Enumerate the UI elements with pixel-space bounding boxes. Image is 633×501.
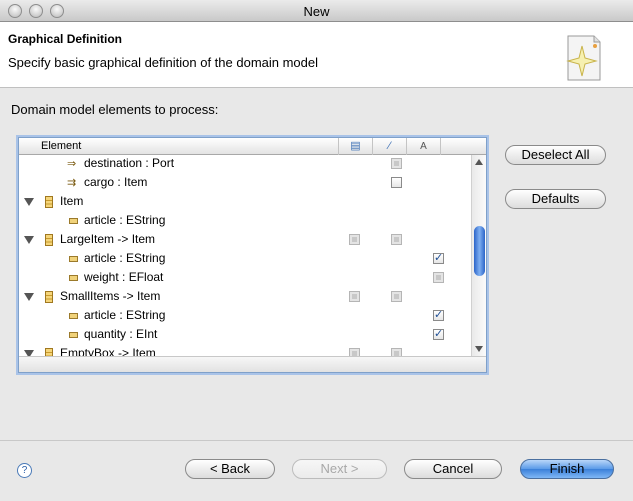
tree-row-label: weight : EFloat xyxy=(84,270,164,284)
attribute-icon xyxy=(69,256,78,262)
title-bar: New xyxy=(0,0,633,22)
scroll-thumb[interactable] xyxy=(474,226,485,276)
column-header-element[interactable]: Element xyxy=(19,138,339,155)
column-header-node[interactable]: ▤ xyxy=(339,138,373,155)
attribute-icon xyxy=(69,332,78,338)
page-description: Specify basic graphical definition of th… xyxy=(8,55,319,70)
label-checkbox xyxy=(433,272,444,283)
link-checkbox xyxy=(391,234,402,245)
node-checkbox xyxy=(349,348,360,356)
link-checkbox[interactable] xyxy=(391,177,402,188)
next-button[interactable]: Next > xyxy=(292,459,387,479)
tree-row-label: article : EString xyxy=(84,213,166,227)
tree-row[interactable]: article : EString xyxy=(19,212,471,231)
attribute-icon xyxy=(69,275,78,281)
tree-row-label: cargo : Item xyxy=(84,175,148,189)
node-checkbox xyxy=(349,234,360,245)
label-checkbox[interactable] xyxy=(433,327,444,340)
tree-row-label: quantity : EInt xyxy=(84,327,158,341)
tree-row-label: destination : Port xyxy=(84,156,175,170)
scroll-up-arrow-icon[interactable] xyxy=(475,159,483,165)
tree-row[interactable]: SmallItems -> Item xyxy=(19,288,471,307)
domain-elements-tree[interactable]: Element ▤ ⁄ A ⇒ destination : Port ⇉ cargo … xyxy=(18,137,487,373)
containment-reference-icon: ⇉ xyxy=(67,177,77,189)
wizard-sparkle-icon xyxy=(566,35,601,81)
node-checkbox xyxy=(349,291,360,302)
reference-icon: ⇒ xyxy=(67,158,77,170)
class-icon xyxy=(45,291,53,303)
link-checkbox xyxy=(391,291,402,302)
page-title: Graphical Definition xyxy=(8,32,123,46)
window-title: New xyxy=(303,4,330,19)
tree-row-label: article : EString xyxy=(84,251,166,265)
tree-row[interactable]: weight : EFloat xyxy=(19,269,471,288)
tree-row[interactable]: ⇉ cargo : Item xyxy=(19,174,471,193)
column-header-label[interactable]: A xyxy=(407,138,441,155)
attribute-icon xyxy=(69,218,78,224)
class-icon xyxy=(45,234,53,246)
tree-rows: ⇒ destination : Port ⇉ cargo : Item Item arti… xyxy=(19,155,471,356)
link-icon: ⁄ xyxy=(388,140,391,152)
column-header-link[interactable]: ⁄ xyxy=(373,138,407,155)
tree-row[interactable]: Item xyxy=(19,193,471,212)
link-checkbox xyxy=(391,158,402,169)
link-checkbox xyxy=(391,348,402,356)
expand-triangle-icon[interactable] xyxy=(24,236,34,244)
footer-separator xyxy=(0,440,633,441)
tree-row-label: SmallItems -> Item xyxy=(60,289,161,303)
label-icon: A xyxy=(420,141,427,152)
wizard-banner: Graphical Definition Specify basic graph… xyxy=(0,22,633,88)
help-icon[interactable]: ? xyxy=(17,463,32,478)
label-checkbox[interactable] xyxy=(433,308,444,321)
tree-row-label: article : EString xyxy=(84,308,166,322)
tree-row[interactable]: quantity : EInt xyxy=(19,326,471,345)
finish-button[interactable]: Finish xyxy=(520,459,614,479)
deselect-all-button[interactable]: Deselect All xyxy=(505,145,606,165)
tree-row-label: EmptyBox -> Item xyxy=(60,346,156,356)
tree-row[interactable]: EmptyBox -> Item xyxy=(19,345,471,356)
tree-row-label: LargeItem -> Item xyxy=(60,232,156,246)
tree-row[interactable]: LargeItem -> Item xyxy=(19,231,471,250)
label-checkbox[interactable] xyxy=(433,251,444,264)
tree-row[interactable]: article : EString xyxy=(19,307,471,326)
back-button[interactable]: < Back xyxy=(185,459,275,479)
defaults-button[interactable]: Defaults xyxy=(505,189,606,209)
cancel-button[interactable]: Cancel xyxy=(404,459,502,479)
scroll-down-arrow-icon[interactable] xyxy=(475,346,483,352)
tree-header: Element ▤ ⁄ A xyxy=(19,138,486,155)
class-icon xyxy=(45,196,53,208)
tree-row-label: Item xyxy=(60,194,84,208)
tree-row[interactable]: article : EString xyxy=(19,250,471,269)
expand-triangle-icon[interactable] xyxy=(24,198,34,206)
class-icon xyxy=(45,348,53,356)
node-icon: ▤ xyxy=(350,140,361,152)
horizontal-scrollbar[interactable] xyxy=(19,356,486,372)
domain-elements-label: Domain model elements to process: xyxy=(11,102,219,117)
tree-row[interactable]: ⇒ destination : Port xyxy=(19,155,471,174)
vertical-scrollbar[interactable] xyxy=(471,155,486,356)
attribute-icon xyxy=(69,313,78,319)
expand-triangle-icon[interactable] xyxy=(24,293,34,301)
